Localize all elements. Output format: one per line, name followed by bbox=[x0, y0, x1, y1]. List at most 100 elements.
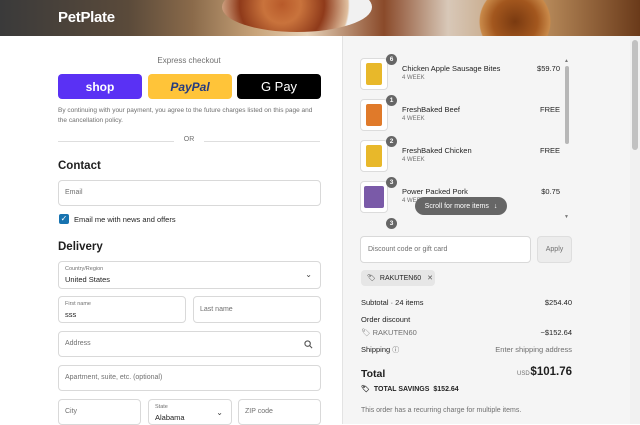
discount-detail-row: 🏷 RAKUTEN60 −$152.64 bbox=[361, 328, 572, 337]
first-name-field[interactable]: First name sss bbox=[58, 296, 186, 323]
cart-item: 1 FreshBaked Beef 4 WEEK FREE bbox=[360, 95, 570, 133]
product-thumbnail bbox=[360, 58, 388, 90]
scrollbar-thumb[interactable] bbox=[565, 66, 569, 144]
state-value: Alabama bbox=[155, 413, 185, 422]
first-name-value: sss bbox=[65, 310, 77, 319]
order-discount-label: Order discount bbox=[361, 315, 411, 324]
state-label: State bbox=[155, 404, 168, 410]
header-banner: PetPlate bbox=[0, 0, 640, 36]
shipping-value: Enter shipping address bbox=[495, 345, 572, 354]
item-price: $0.75 bbox=[541, 187, 560, 196]
item-name: Chicken Apple Sausage Bites bbox=[402, 64, 501, 73]
quantity-badge: 1 bbox=[386, 95, 397, 106]
quantity-badge: 3 bbox=[386, 177, 397, 188]
city-placeholder: City bbox=[65, 408, 78, 415]
subtotal-row: Subtotal · 24 items $254.40 bbox=[361, 298, 572, 307]
discount-code-label: RAKUTEN60 bbox=[372, 328, 417, 337]
arrow-down-icon: ↓ bbox=[493, 202, 498, 210]
product-thumbnail bbox=[360, 99, 388, 131]
item-name: FreshBaked Chicken bbox=[402, 146, 472, 155]
recurring-note: This order has a recurring charge for mu… bbox=[361, 407, 522, 414]
item-plan: 4 WEEK bbox=[402, 116, 425, 122]
product-thumbnail bbox=[360, 181, 388, 213]
shop-pay-button[interactable]: shop bbox=[58, 74, 142, 99]
applied-discount-chip: 🏷 RAKUTEN60 ✕ bbox=[361, 270, 435, 286]
total-label: Total bbox=[361, 368, 386, 380]
dog-image bbox=[470, 0, 560, 36]
paypal-button[interactable]: PayPal bbox=[148, 74, 232, 99]
quantity-badge: 2 bbox=[386, 136, 397, 147]
discount-placeholder: Discount code or gift card bbox=[368, 246, 448, 253]
total-savings: 🏷 TOTAL SAVINGS $152.64 bbox=[361, 385, 459, 394]
scroll-hint-label: Scroll for more items bbox=[424, 202, 489, 210]
quantity-badge: 3 bbox=[386, 218, 397, 229]
email-field[interactable]: Email bbox=[58, 180, 321, 206]
address-placeholder: Address bbox=[65, 340, 91, 347]
express-checkout-title: Express checkout bbox=[157, 56, 221, 65]
tag-icon: 🏷 bbox=[361, 328, 373, 337]
cart-item: 2 FreshBaked Chicken 4 WEEK FREE bbox=[360, 136, 570, 174]
savings-label: TOTAL SAVINGS bbox=[373, 385, 430, 393]
quantity-badge: 6 bbox=[386, 54, 397, 65]
contact-heading: Contact bbox=[58, 160, 101, 172]
total-value: $101.76 bbox=[530, 366, 572, 378]
newsletter-checkbox[interactable]: ✓ bbox=[59, 214, 69, 224]
google-pay-button[interactable]: G Pay bbox=[237, 74, 321, 99]
zip-placeholder: ZIP code bbox=[245, 408, 273, 415]
scroll-up-icon[interactable]: ▲ bbox=[564, 58, 569, 64]
item-price: $59.70 bbox=[537, 64, 560, 73]
country-select[interactable]: Country/Region United States ⌄ bbox=[58, 261, 321, 289]
delivery-heading: Delivery bbox=[58, 241, 103, 253]
apartment-placeholder: Apartment, suite, etc. (optional) bbox=[65, 374, 163, 381]
page-scrollbar-thumb[interactable] bbox=[632, 40, 638, 150]
last-name-placeholder: Last name bbox=[200, 306, 233, 313]
food-bowl-image bbox=[222, 0, 372, 32]
product-package-image bbox=[366, 104, 382, 126]
express-legal-text: By continuing with your payment, you agr… bbox=[58, 107, 313, 124]
subtotal-value: $254.40 bbox=[544, 298, 572, 307]
applied-code: RAKUTEN60 bbox=[379, 274, 422, 282]
currency-code: USD bbox=[517, 371, 530, 377]
cart-item: 6 Chicken Apple Sausage Bites 4 WEEK $59… bbox=[360, 54, 570, 92]
cart-scrollbar[interactable]: ▲ ▼ bbox=[564, 58, 569, 220]
subtotal-label: Subtotal · 24 items bbox=[361, 298, 424, 307]
shipping-row: Shipping ⓘ Enter shipping address bbox=[361, 345, 572, 355]
first-name-label: First name bbox=[65, 301, 91, 307]
product-package-image bbox=[366, 145, 382, 167]
scroll-hint-button[interactable]: Scroll for more items ↓ bbox=[415, 197, 507, 215]
or-divider: OR bbox=[58, 136, 320, 146]
item-plan: 4 WEEK bbox=[402, 75, 425, 81]
address-field[interactable]: Address bbox=[58, 331, 321, 357]
apply-discount-button[interactable]: Apply bbox=[537, 236, 572, 263]
item-price: FREE bbox=[539, 105, 560, 114]
savings-value: $152.64 bbox=[433, 385, 459, 393]
apartment-field[interactable]: Apartment, suite, etc. (optional) bbox=[58, 365, 321, 391]
product-thumbnail bbox=[360, 140, 388, 172]
email-placeholder: Email bbox=[65, 189, 83, 196]
shipping-label: Shipping bbox=[361, 345, 391, 354]
info-icon[interactable]: ⓘ bbox=[392, 347, 399, 354]
discount-code-input[interactable]: Discount code or gift card bbox=[360, 236, 531, 263]
country-value: United States bbox=[65, 275, 111, 284]
item-price: FREE bbox=[539, 146, 560, 155]
order-summary-panel bbox=[342, 36, 640, 424]
city-field[interactable]: City bbox=[58, 399, 141, 425]
item-name: FreshBaked Beef bbox=[402, 105, 460, 114]
discount-value: −$152.64 bbox=[540, 328, 573, 337]
product-package-image bbox=[366, 63, 382, 85]
country-label: Country/Region bbox=[65, 266, 104, 272]
newsletter-label[interactable]: Email me with news and offers bbox=[74, 215, 176, 224]
state-select[interactable]: State Alabama ⌄ bbox=[148, 399, 232, 425]
item-plan: 4 WEEK bbox=[402, 157, 425, 163]
zip-field[interactable]: ZIP code bbox=[238, 399, 321, 425]
brand-logo[interactable]: PetPlate bbox=[58, 9, 115, 26]
item-name: Power Packed Pork bbox=[402, 187, 468, 196]
order-discount-row: Order discount bbox=[361, 315, 572, 324]
product-package-image bbox=[364, 186, 384, 208]
tag-icon: 🏷 bbox=[361, 386, 370, 393]
page-scrollbar[interactable] bbox=[630, 36, 640, 424]
scroll-down-icon[interactable]: ▼ bbox=[564, 214, 569, 220]
remove-discount-icon[interactable]: ✕ bbox=[427, 274, 433, 282]
last-name-field[interactable]: Last name bbox=[193, 296, 321, 323]
chevron-down-icon: ⌄ bbox=[305, 270, 312, 279]
